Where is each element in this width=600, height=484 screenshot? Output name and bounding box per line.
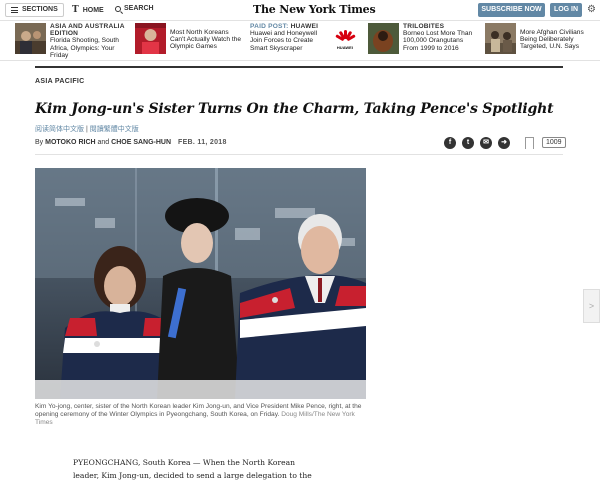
photo-caption: Kim Yo-jong, center, sister of the North…	[35, 403, 366, 428]
bookmark-icon[interactable]	[525, 137, 534, 150]
menu-icon	[11, 7, 18, 13]
share-tools: f t ✉ ➜	[444, 137, 510, 149]
promo-kicker: HUAWEI	[290, 23, 319, 30]
home-link[interactable]: T HOME	[72, 5, 104, 15]
byline-by: By	[35, 139, 44, 146]
promo-thumbnail	[485, 23, 516, 54]
promo-item[interactable]: Most North Koreans Can't Actually Watch …	[135, 23, 243, 59]
next-article-arrow-icon[interactable]: >	[583, 289, 600, 323]
promo-thumbnail	[368, 23, 399, 54]
article-photo[interactable]	[35, 168, 366, 399]
promo-item[interactable]: TRILOBITES Borneo Lost More Than 100,000…	[368, 23, 476, 59]
byline-and: and	[97, 139, 110, 146]
publish-date: FEB. 11, 2018	[178, 139, 227, 146]
home-label: HOME	[82, 6, 104, 14]
article-headline: Kim Jong-un's Sister Turns On the Charm,…	[35, 101, 554, 117]
section-divider	[35, 66, 563, 68]
promo-headline: More Afghan Civilians Being Deliberately…	[520, 29, 584, 51]
huawei-logo-icon: HUAWEI	[330, 23, 360, 54]
huawei-logo-text: HUAWEI	[336, 44, 353, 50]
promo-kicker: ASIA AND AUSTRALIA EDITION	[50, 23, 125, 38]
promo-headline: Most North Koreans Can't Actually Watch …	[170, 29, 242, 51]
twitter-share-icon[interactable]: t	[462, 137, 474, 149]
promo-thumbnail	[15, 23, 46, 54]
header-divider	[35, 154, 563, 155]
facebook-share-icon[interactable]: f	[444, 137, 456, 149]
search-icon	[115, 5, 121, 12]
author-link[interactable]: CHOE SANG-HUN	[111, 139, 171, 146]
top-nav-bar: SECTIONS T HOME SEARCH The New York Time…	[0, 0, 600, 21]
promo-headline: Borneo Lost More Than 100,000 Orangutans…	[403, 30, 473, 52]
promo-item[interactable]: ASIA AND AUSTRALIA EDITION Florida Shoot…	[15, 23, 125, 59]
promo-headline: Huawei and Honeywell Join Forces to Crea…	[250, 30, 318, 52]
simplified-chinese-link[interactable]: 阅读简体中文版	[35, 126, 84, 133]
promo-item-sponsored[interactable]: PAID POST: HUAWEI Huawei and Honeywell J…	[250, 23, 360, 59]
login-button[interactable]: LOG IN	[550, 3, 582, 17]
promo-strip: ASIA AND AUSTRALIA EDITION Florida Shoot…	[0, 21, 600, 61]
section-kicker[interactable]: ASIA PACIFIC	[35, 78, 85, 85]
byline: By MOTOKO RICH and CHOE SANG-HUN FEB. 11…	[35, 139, 227, 146]
promo-headline: Florida Shooting, South Africa, Olympics…	[50, 37, 119, 59]
promo-thumbnail	[135, 23, 166, 54]
masthead-logo[interactable]: The New York Times	[253, 3, 376, 16]
article-body-paragraph: PYEONGCHANG, South Korea — When the Nort…	[73, 458, 312, 484]
gear-icon[interactable]: ⚙	[587, 4, 596, 16]
promo-item[interactable]: More Afghan Civilians Being Deliberately…	[485, 23, 597, 59]
search-link[interactable]: SEARCH	[115, 5, 154, 12]
comments-count-button[interactable]: 1009	[542, 137, 566, 148]
photo-illustration	[35, 168, 366, 399]
subscribe-button[interactable]: SUBSCRIBE NOW	[478, 3, 545, 17]
more-share-icon[interactable]: ➜	[498, 137, 510, 149]
search-label: SEARCH	[124, 5, 154, 12]
sections-label: SECTIONS	[22, 6, 58, 13]
nyt-t-logo-icon: T	[72, 5, 79, 15]
email-share-icon[interactable]: ✉	[480, 137, 492, 149]
traditional-chinese-link[interactable]: 閱讀繁體中文版	[90, 126, 139, 133]
translation-links: 阅读简体中文版 | 閱讀繁體中文版	[35, 124, 139, 134]
paid-post-label: PAID POST:	[250, 23, 289, 30]
sections-button[interactable]: SECTIONS	[5, 3, 64, 17]
author-link[interactable]: MOTOKO RICH	[45, 139, 95, 146]
promo-kicker: TRILOBITES	[403, 23, 445, 30]
